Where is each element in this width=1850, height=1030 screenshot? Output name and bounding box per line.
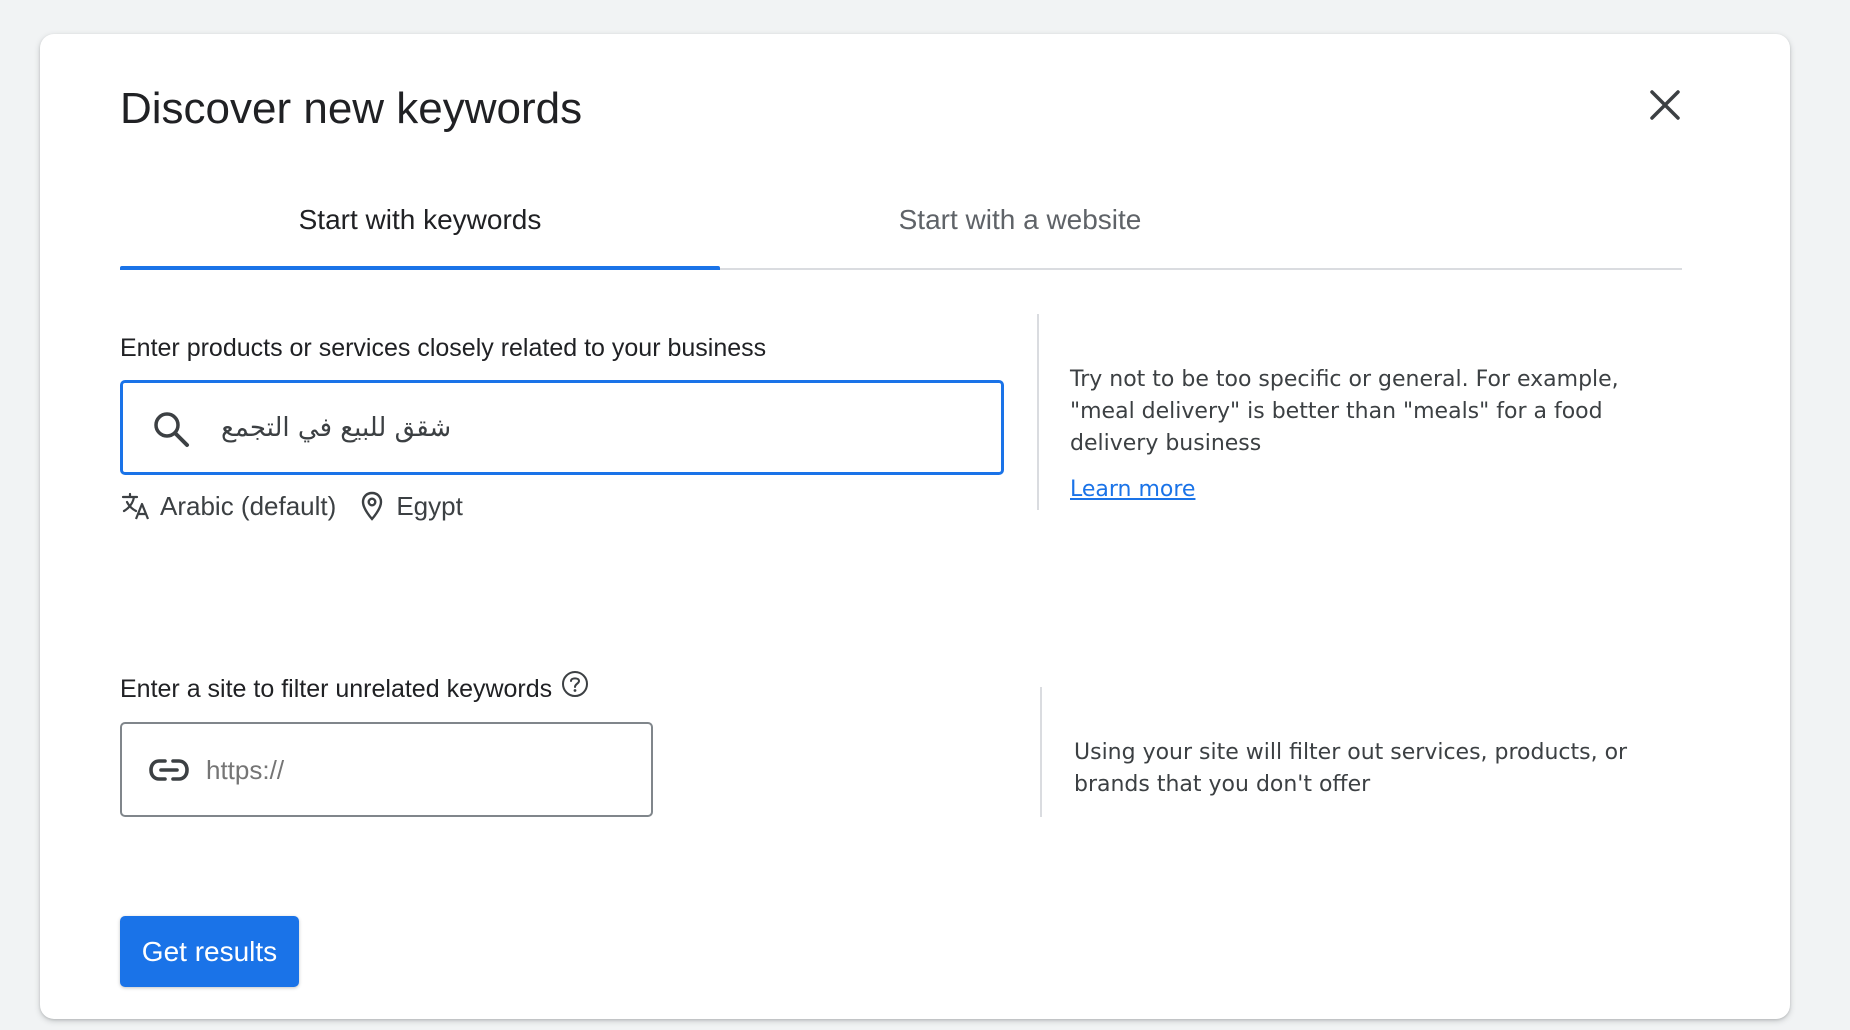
site-url-input[interactable] — [206, 746, 626, 794]
site-field-label-row: Enter a site to filter unrelated keyword… — [120, 670, 590, 704]
divider — [1037, 314, 1039, 510]
learn-more-link[interactable]: Learn more — [1070, 477, 1195, 502]
keyword-input[interactable] — [221, 403, 981, 453]
divider — [1040, 687, 1042, 817]
discover-keywords-dialog: Discover new keywords Start with keyword… — [40, 34, 1790, 1019]
site-url-box[interactable] — [120, 722, 653, 817]
search-icon — [154, 412, 189, 447]
tab-start-with-keywords[interactable]: Start with keywords — [120, 182, 720, 270]
location-selector[interactable]: Egypt — [356, 490, 463, 522]
link-icon — [149, 759, 189, 781]
tab-bar: Start with keywords Start with a website — [120, 182, 1682, 270]
keyword-search-box[interactable] — [120, 380, 1004, 475]
tab-start-with-website[interactable]: Start with a website — [720, 182, 1320, 268]
language-selector[interactable]: Arabic (default) — [120, 490, 336, 522]
site-field-label: Enter a site to filter unrelated keyword… — [120, 675, 553, 703]
close-button[interactable] — [1640, 80, 1690, 130]
get-results-button[interactable]: Get results — [120, 916, 299, 987]
help-circle-icon[interactable] — [560, 669, 590, 699]
keyword-help-text: Try not to be too specific or general. F… — [1070, 367, 1619, 456]
site-help-text: Using your site will filter out services… — [1074, 740, 1628, 797]
location-pin-icon — [362, 491, 383, 521]
tab-label: Start with keywords — [298, 204, 542, 235]
products-field-label: Enter products or services closely relat… — [120, 334, 767, 362]
targeting-row: Arabic (default) Egypt — [120, 490, 483, 522]
language-label: Arabic (default) — [160, 490, 337, 521]
translate-icon — [121, 492, 150, 520]
dialog-title: Discover new keywords — [120, 84, 583, 133]
tab-label: Start with a website — [898, 204, 1142, 235]
close-icon — [1650, 90, 1680, 120]
location-label: Egypt — [396, 490, 463, 521]
